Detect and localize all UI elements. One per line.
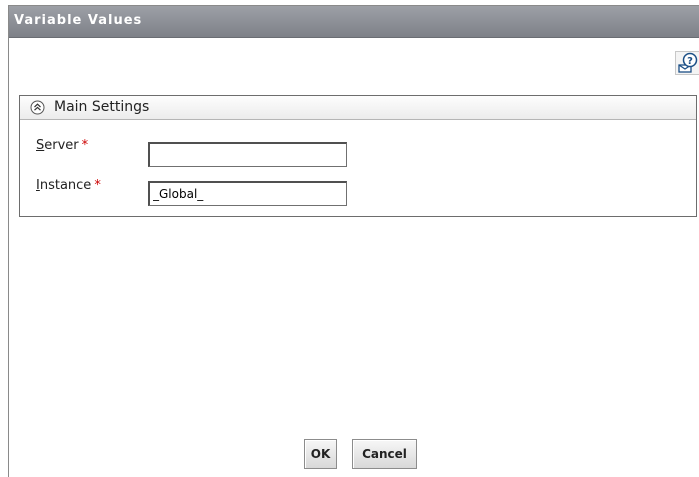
collapse-up-icon[interactable] xyxy=(30,100,45,115)
server-required-mark: * xyxy=(81,138,89,153)
variable-values-dialog: Variable Values ? Main Settings Server * … xyxy=(8,5,699,477)
dialog-title: Variable Values xyxy=(14,13,143,28)
main-settings-title: Main Settings xyxy=(54,99,150,115)
ok-button[interactable]: OK xyxy=(304,439,337,469)
server-input[interactable] xyxy=(148,142,347,167)
instance-label: Instance * xyxy=(36,178,101,193)
help-button[interactable]: ? xyxy=(675,51,699,75)
main-settings-header[interactable]: Main Settings xyxy=(20,96,696,120)
dialog-titlebar: Variable Values xyxy=(9,6,699,38)
main-settings-panel: Main Settings Server * Instance * xyxy=(19,95,697,217)
instance-required-mark: * xyxy=(94,178,101,193)
instance-label-text: nstance xyxy=(39,178,92,193)
server-label-text: erver xyxy=(44,138,79,153)
cancel-button[interactable]: Cancel xyxy=(352,439,417,469)
svg-text:?: ? xyxy=(687,56,693,67)
server-label: Server * xyxy=(36,138,88,153)
help-icon: ? xyxy=(678,52,698,73)
instance-input[interactable] xyxy=(148,181,347,206)
